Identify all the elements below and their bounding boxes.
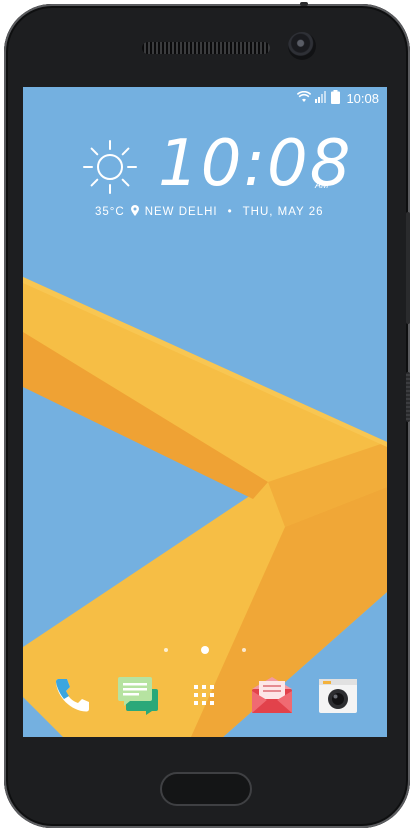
status-time: 10:08 bbox=[346, 91, 379, 106]
volume-rocker[interactable] bbox=[406, 212, 410, 324]
location-name: NEW DELHI bbox=[144, 206, 218, 218]
location-pin-icon bbox=[130, 205, 139, 219]
home-button[interactable] bbox=[160, 772, 252, 806]
dock-mail[interactable] bbox=[249, 674, 295, 720]
page-indicator bbox=[23, 645, 387, 655]
signal-icon bbox=[315, 91, 327, 106]
separator-dot: • bbox=[227, 206, 233, 218]
phone-icon bbox=[52, 675, 92, 720]
power-button[interactable] bbox=[406, 372, 410, 422]
earpiece-speaker bbox=[142, 42, 270, 54]
temperature: 35°C bbox=[95, 206, 125, 218]
page-dot-3[interactable] bbox=[242, 648, 246, 652]
messages-icon bbox=[116, 675, 160, 720]
top-notch bbox=[300, 2, 308, 6]
wifi-icon bbox=[297, 90, 312, 106]
dock-camera[interactable] bbox=[315, 674, 361, 720]
page-dot-1[interactable] bbox=[164, 648, 168, 652]
weather-date-row[interactable]: 35°C NEW DELHI • THU, MAY 26 bbox=[95, 205, 324, 219]
clock-widget[interactable]: 10:08 AM bbox=[81, 128, 381, 202]
dock-messages[interactable] bbox=[115, 674, 161, 720]
dock-app-drawer[interactable] bbox=[181, 674, 227, 720]
battery-icon bbox=[331, 90, 341, 107]
camera-icon bbox=[317, 675, 359, 720]
front-camera bbox=[288, 32, 316, 60]
home-screen: 10:08 10:08 AM 35°C NEW DELHI • THU, MAY… bbox=[23, 87, 387, 737]
app-dock bbox=[23, 672, 387, 722]
page-dot-2-active[interactable] bbox=[201, 646, 209, 654]
status-bar: 10:08 bbox=[23, 87, 387, 109]
sun-icon bbox=[81, 138, 139, 201]
app-drawer-icon bbox=[192, 683, 216, 712]
clock-ampm: AM bbox=[315, 180, 329, 190]
mail-icon bbox=[250, 675, 294, 720]
dock-phone[interactable] bbox=[49, 674, 95, 720]
date-text: THU, MAY 26 bbox=[242, 206, 324, 218]
